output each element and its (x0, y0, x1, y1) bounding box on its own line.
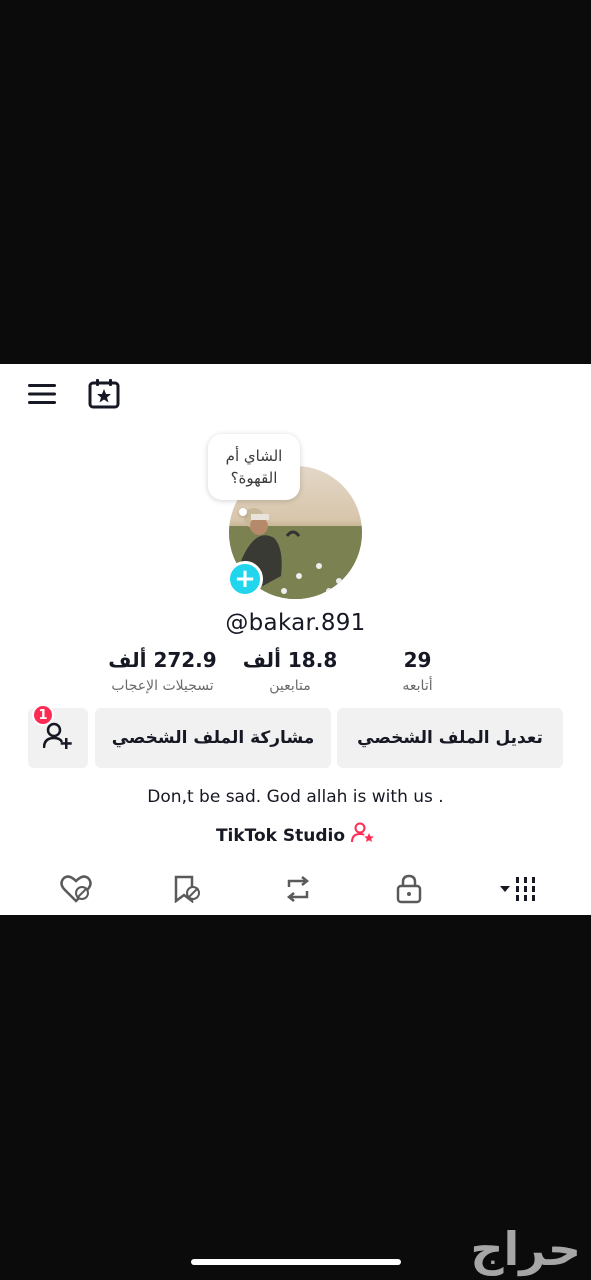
tab-videos[interactable] (492, 874, 548, 908)
tab-private[interactable] (381, 874, 437, 908)
edit-profile-button[interactable]: تعديل الملف الشخصي (337, 708, 563, 768)
menu-icon[interactable] (26, 378, 58, 410)
stat-likes[interactable]: 272.9 ألف تسجيلات الإعجاب (100, 648, 225, 694)
note-text: الشاي أم القهوة؟ (225, 447, 283, 487)
stat-label: أتابعه (402, 678, 433, 694)
watermark-logo: حراج (470, 1222, 581, 1276)
add-user-icon (42, 722, 73, 755)
home-indicator (191, 1259, 401, 1265)
stat-followers[interactable]: 18.8 ألف متابعين (228, 648, 353, 694)
add-friend-button[interactable]: 1 (28, 704, 88, 768)
tab-reposts[interactable] (270, 874, 326, 908)
action-buttons: تعديل الملف الشخصي مشاركة الملف الشخصي 1 (28, 704, 563, 770)
calendar-star-icon[interactable] (88, 378, 120, 410)
grid-dropdown-icon (498, 875, 542, 907)
lock-icon (396, 874, 422, 908)
profile-panel: + الشاي أم القهوة؟ @bakar.891 29 أتابعه … (0, 364, 591, 915)
stat-value: 272.9 ألف (108, 648, 217, 672)
add-story-button[interactable]: + (227, 561, 263, 597)
stats-row: 29 أتابعه 18.8 ألف متابعين 272.9 ألف تسج… (100, 648, 480, 694)
bubble-tail (239, 508, 247, 516)
studio-label: TikTok Studio (215, 825, 346, 846)
bio-text: Don,t be sad. God allah is with us . (147, 787, 444, 807)
bookmark-hidden-icon (172, 875, 202, 907)
stat-following[interactable]: 29 أتابعه (355, 648, 480, 694)
tab-liked[interactable] (48, 874, 104, 908)
user-star-icon (351, 822, 375, 849)
username: @bakar.891 (225, 610, 366, 636)
note-bubble[interactable]: الشاي أم القهوة؟ (208, 434, 300, 500)
share-profile-button[interactable]: مشاركة الملف الشخصي (95, 708, 331, 768)
tab-favorites[interactable] (159, 874, 215, 908)
stat-label: تسجيلات الإعجاب (111, 678, 214, 694)
content-tabs (48, 874, 548, 908)
stat-value: 18.8 ألف (242, 648, 338, 672)
repost-icon (283, 875, 313, 907)
tiktok-studio-link[interactable]: TikTok Studio (0, 822, 591, 849)
stat-value: 29 (403, 648, 432, 672)
notification-badge: 1 (32, 704, 54, 726)
liked-hidden-icon (60, 875, 92, 907)
stat-label: متابعين (269, 678, 311, 694)
top-bar (26, 378, 120, 410)
